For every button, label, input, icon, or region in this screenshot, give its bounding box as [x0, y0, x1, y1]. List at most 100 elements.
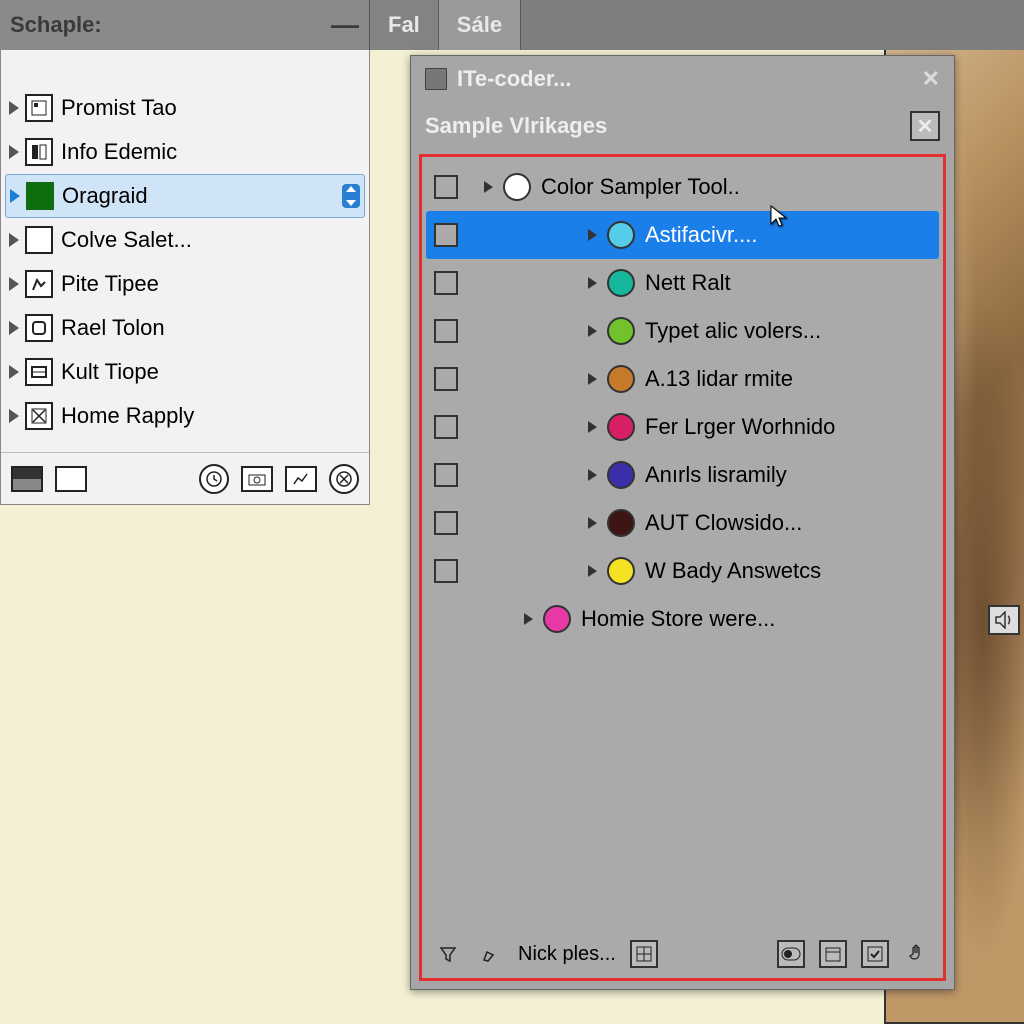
color-swatch-icon: [607, 413, 635, 441]
color-swatch-icon: [607, 221, 635, 249]
checkbox[interactable]: [434, 271, 458, 295]
sidebar-item[interactable]: Rael Tolon: [1, 306, 369, 350]
sidebar-item-label: Promist Tao: [61, 95, 361, 121]
item-icon: [25, 314, 53, 342]
sidebar-item[interactable]: Colve Salet...: [1, 218, 369, 262]
close-panel-icon[interactable]: ✕: [910, 111, 940, 141]
swatch-row[interactable]: AUT Clowsido...: [422, 499, 943, 547]
color-swatch-icon: [543, 605, 571, 633]
hand-icon[interactable]: [903, 940, 931, 968]
expand-icon: [588, 517, 597, 529]
item-icon: [25, 226, 53, 254]
popup-footer: Nick ples...: [422, 930, 943, 978]
checkbox[interactable]: [434, 367, 458, 391]
sidebar-item[interactable]: Pite Tipee: [1, 262, 369, 306]
new-folder-icon[interactable]: [55, 466, 87, 492]
window-icon: [425, 68, 447, 90]
tab-strip: Schaple: — Fal Sále: [0, 0, 1024, 50]
swatch-row[interactable]: A.13 lidar rmite: [422, 355, 943, 403]
item-icon: [25, 358, 53, 386]
expand-icon: [9, 321, 19, 335]
expand-icon: [9, 101, 19, 115]
color-swatch-icon: [607, 317, 635, 345]
checkbox[interactable]: [434, 223, 458, 247]
expand-icon: [588, 469, 597, 481]
sort-handle-icon[interactable]: [342, 184, 360, 208]
tab-fal[interactable]: Fal: [370, 0, 439, 50]
sidebar-item[interactable]: Info Edemic: [1, 130, 369, 174]
pen-icon[interactable]: [476, 940, 504, 968]
cancel-icon[interactable]: [329, 464, 359, 494]
sidebar-item-label: Kult Tiope: [61, 359, 361, 385]
expand-icon: [9, 145, 19, 159]
sidebar-item-label: Pite Tipee: [61, 271, 361, 297]
check-icon[interactable]: [861, 940, 889, 968]
swatch-row[interactable]: Nett Ralt: [422, 259, 943, 307]
expand-icon: [9, 277, 19, 291]
sidebar-item[interactable]: Promist Tao: [1, 86, 369, 130]
swatch-label: Color Sampler Tool..: [541, 174, 931, 200]
swatch-label: AUT Clowsido...: [645, 510, 931, 536]
expand-icon: [588, 229, 597, 241]
expand-icon: [524, 613, 533, 625]
tab-label: Sále: [457, 12, 502, 38]
checkbox[interactable]: [434, 175, 458, 199]
tab-sale[interactable]: Sále: [439, 0, 521, 50]
sidebar-footer: [1, 452, 369, 504]
swatch-label: Homie Store were...: [581, 606, 931, 632]
swatch-row[interactable]: Typet alic volers...: [422, 307, 943, 355]
expand-icon: [588, 565, 597, 577]
checkbox[interactable]: [434, 559, 458, 583]
checkbox[interactable]: [434, 319, 458, 343]
swatch-label: Fer Lrger Worhnido: [645, 414, 931, 440]
expand-icon: [9, 233, 19, 247]
swatch-label: A.13 lidar rmite: [645, 366, 931, 392]
checkbox[interactable]: [434, 463, 458, 487]
minimize-button[interactable]: —: [331, 9, 359, 41]
clock-icon[interactable]: [199, 464, 229, 494]
sidebar-item-label: Colve Salet...: [61, 227, 361, 253]
close-icon[interactable]: ✕: [922, 66, 940, 92]
popup-subtitle: Sample Vlrikages: [425, 113, 607, 139]
expand-icon: [588, 325, 597, 337]
color-swatch-icon: [607, 365, 635, 393]
sound-icon[interactable]: [988, 605, 1020, 635]
popup-panel: ITe-coder... ✕ Sample Vlrikages ✕ Color …: [410, 55, 955, 990]
item-icon: [25, 402, 53, 430]
swatch-row[interactable]: Astifacivr....: [426, 211, 939, 259]
panel-title-label: Schaple:: [10, 12, 102, 38]
view-mode-icon[interactable]: [11, 466, 43, 492]
expand-icon: [10, 189, 20, 203]
expand-icon: [9, 365, 19, 379]
toggle-icon[interactable]: [777, 940, 805, 968]
checkbox[interactable]: [434, 415, 458, 439]
expand-icon: [588, 373, 597, 385]
swatch-row[interactable]: Homie Store were...: [422, 595, 943, 643]
chart-icon[interactable]: [285, 466, 317, 492]
popup-titlebar[interactable]: ITe-coder... ✕: [411, 56, 954, 102]
item-icon: [25, 270, 53, 298]
popup-title: ITe-coder...: [457, 66, 572, 92]
sidebar-item-label: Info Edemic: [61, 139, 361, 165]
swatch-row[interactable]: Anırls lisramily: [422, 451, 943, 499]
swatch-row[interactable]: Fer Lrger Worhnido: [422, 403, 943, 451]
swatch-list: Color Sampler Tool.. Astifacivr.... Nett R…: [422, 157, 943, 930]
swatch-label: Astifacivr....: [645, 222, 931, 248]
popup-subtitle-bar: Sample Vlrikages ✕: [411, 102, 954, 150]
swatch-row[interactable]: W Bady Answetcs: [422, 547, 943, 595]
sidebar-item-label: Rael Tolon: [61, 315, 361, 341]
filter-icon[interactable]: [434, 940, 462, 968]
item-icon: [25, 138, 53, 166]
sidebar-item[interactable]: Oragraid: [5, 174, 365, 218]
item-icon: [25, 94, 53, 122]
color-swatch-icon: [607, 557, 635, 585]
color-swatch-icon: [607, 509, 635, 537]
swatch-row[interactable]: Color Sampler Tool..: [422, 163, 943, 211]
expand-icon: [484, 181, 493, 193]
checkbox[interactable]: [434, 511, 458, 535]
sidebar-item[interactable]: Home Rapply: [1, 394, 369, 438]
calendar-icon[interactable]: [819, 940, 847, 968]
grid-icon[interactable]: [630, 940, 658, 968]
sidebar-item[interactable]: Kult Tiope: [1, 350, 369, 394]
camera-icon[interactable]: [241, 466, 273, 492]
